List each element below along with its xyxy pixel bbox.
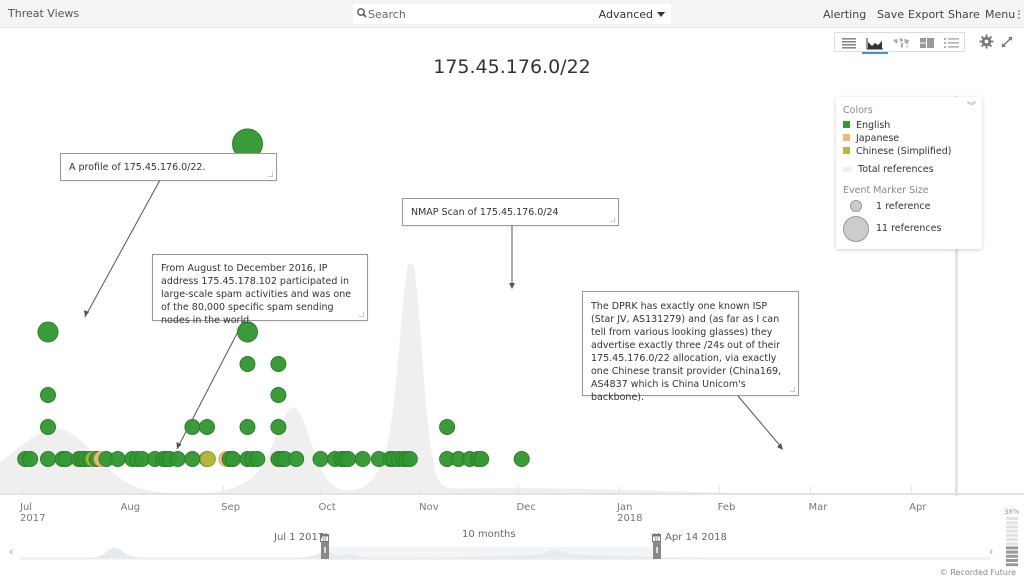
legend-label: Total references	[858, 164, 934, 175]
x-axis-month-label: Feb	[717, 502, 736, 513]
event-marker	[199, 451, 216, 467]
x-axis-month-label: Apr	[909, 502, 927, 513]
annotation-text: From August to December 2016, IP address…	[161, 263, 352, 326]
legend-label: English	[856, 120, 891, 131]
event-marker	[239, 356, 256, 372]
event-marker	[401, 451, 418, 467]
annotation-text: NMAP Scan of 175.45.176.0/24	[411, 207, 559, 218]
resize-grip-icon[interactable]	[268, 172, 273, 177]
resize-grip-icon[interactable]	[790, 387, 795, 392]
event-marker	[169, 451, 186, 467]
x-axis-month-label: Dec	[516, 502, 536, 513]
zoom-level-meter[interactable]	[1005, 516, 1019, 568]
zoom-meter-segment	[1006, 525, 1018, 529]
zoom-meter-segment	[1006, 542, 1018, 546]
zoom-meter-segment	[1006, 517, 1018, 520]
copyright: © Recorded Future	[939, 568, 1016, 577]
x-axis-month-label: Nov	[419, 502, 439, 513]
legend-item-chinese[interactable]: Chinese (Simplified)	[843, 146, 951, 158]
zoom-meter-segment	[1006, 559, 1018, 562]
event-marker	[199, 419, 215, 435]
event-marker	[40, 451, 56, 467]
end-calendar-icon[interactable]	[652, 533, 661, 542]
event-marker	[354, 451, 371, 467]
small-marker-size-icon	[850, 200, 862, 212]
resize-grip-icon[interactable]	[610, 217, 615, 222]
event-marker	[37, 321, 59, 343]
annotation-text: A profile of 175.45.176.0/22.	[69, 162, 206, 173]
pan-right-arrow-icon[interactable]: ›	[989, 545, 993, 558]
event-marker	[439, 419, 456, 435]
event-marker	[340, 451, 357, 467]
x-axis-month-label: Sep	[221, 502, 241, 513]
zoom-meter-segment	[1006, 563, 1018, 567]
event-marker	[40, 419, 56, 435]
zoom-meter-segment	[1006, 533, 1018, 537]
brush-start-date: Jul 1 2017	[274, 532, 325, 543]
brush-start-handle[interactable]	[321, 542, 329, 559]
event-marker	[184, 419, 201, 435]
collapse-chevrons-icon[interactable]: ︾	[967, 103, 976, 112]
event-marker	[270, 356, 287, 372]
legend-label: Japanese	[856, 133, 900, 144]
legend-item-japanese[interactable]: Japanese	[843, 133, 899, 145]
zoom-meter-segment	[1006, 529, 1018, 533]
event-marker	[270, 387, 287, 403]
event-marker	[513, 451, 530, 467]
event-marker	[249, 451, 266, 467]
event-marker	[473, 451, 490, 467]
japanese-swatch	[843, 134, 850, 141]
brush-end-date: Apr 14 2018	[665, 532, 727, 543]
arrowhead-icon	[777, 443, 783, 450]
x-axis-month-label: Jul 2017	[20, 502, 46, 524]
annotation-note[interactable]: NMAP Scan of 175.45.176.0/24	[402, 198, 619, 226]
event-marker	[312, 451, 329, 467]
annotation-arrow	[737, 395, 783, 449]
legend-size-small: 1 reference	[876, 201, 931, 212]
legend-label: Chinese (Simplified)	[856, 146, 952, 157]
brush-end-handle[interactable]	[653, 542, 661, 559]
legend-size-header: Event Marker Size	[843, 185, 929, 196]
zoom-meter-segment	[1006, 550, 1018, 554]
x-axis-month-label: Oct	[318, 502, 336, 513]
legend-item-english[interactable]: English	[843, 120, 890, 132]
english-swatch	[843, 121, 850, 128]
pan-left-arrow-icon[interactable]: ‹	[9, 545, 13, 558]
legend-size-large: 11 references	[876, 223, 942, 234]
total-references-swatch	[843, 167, 852, 172]
event-marker	[40, 387, 56, 403]
zoom-level-label: 38%	[1004, 508, 1020, 516]
x-axis-month-label: Aug	[120, 502, 141, 513]
legend-panel: Colors ︾ English Japanese Chinese (Simpl…	[836, 97, 982, 249]
event-marker	[239, 419, 256, 435]
zoom-meter-segment	[1006, 521, 1018, 525]
event-marker	[109, 451, 126, 467]
event-marker	[22, 451, 39, 467]
resize-grip-icon[interactable]	[359, 312, 364, 317]
annotation-text: The DPRK has exactly one known ISP (Star…	[591, 301, 782, 403]
x-axis-month-label: Jan 2018	[617, 502, 643, 524]
legend-item-total[interactable]: Total references	[843, 164, 934, 176]
annotation-note[interactable]: The DPRK has exactly one known ISP (Star…	[582, 291, 799, 403]
large-marker-size-icon	[843, 216, 869, 242]
x-axis-month-label: Mar	[808, 502, 828, 513]
arrowhead-icon	[509, 283, 515, 289]
event-marker	[288, 451, 305, 467]
event-marker	[270, 419, 287, 435]
event-marker	[224, 451, 241, 467]
arrowhead-icon	[176, 442, 182, 449]
event-marker	[184, 451, 201, 467]
zoom-meter-segment	[1006, 546, 1018, 550]
start-calendar-icon[interactable]	[320, 533, 329, 542]
annotation-note[interactable]: From August to December 2016, IP address…	[152, 254, 368, 326]
zoom-meter-segment	[1006, 538, 1018, 541]
annotation-note[interactable]: A profile of 175.45.176.0/22.	[60, 153, 277, 181]
annotation-arrow	[84, 179, 161, 318]
zoom-meter-segment	[1006, 554, 1018, 558]
chinese-swatch	[843, 147, 850, 154]
brush-span: 10 months	[462, 529, 516, 540]
legend-colors-header: Colors	[843, 105, 873, 116]
